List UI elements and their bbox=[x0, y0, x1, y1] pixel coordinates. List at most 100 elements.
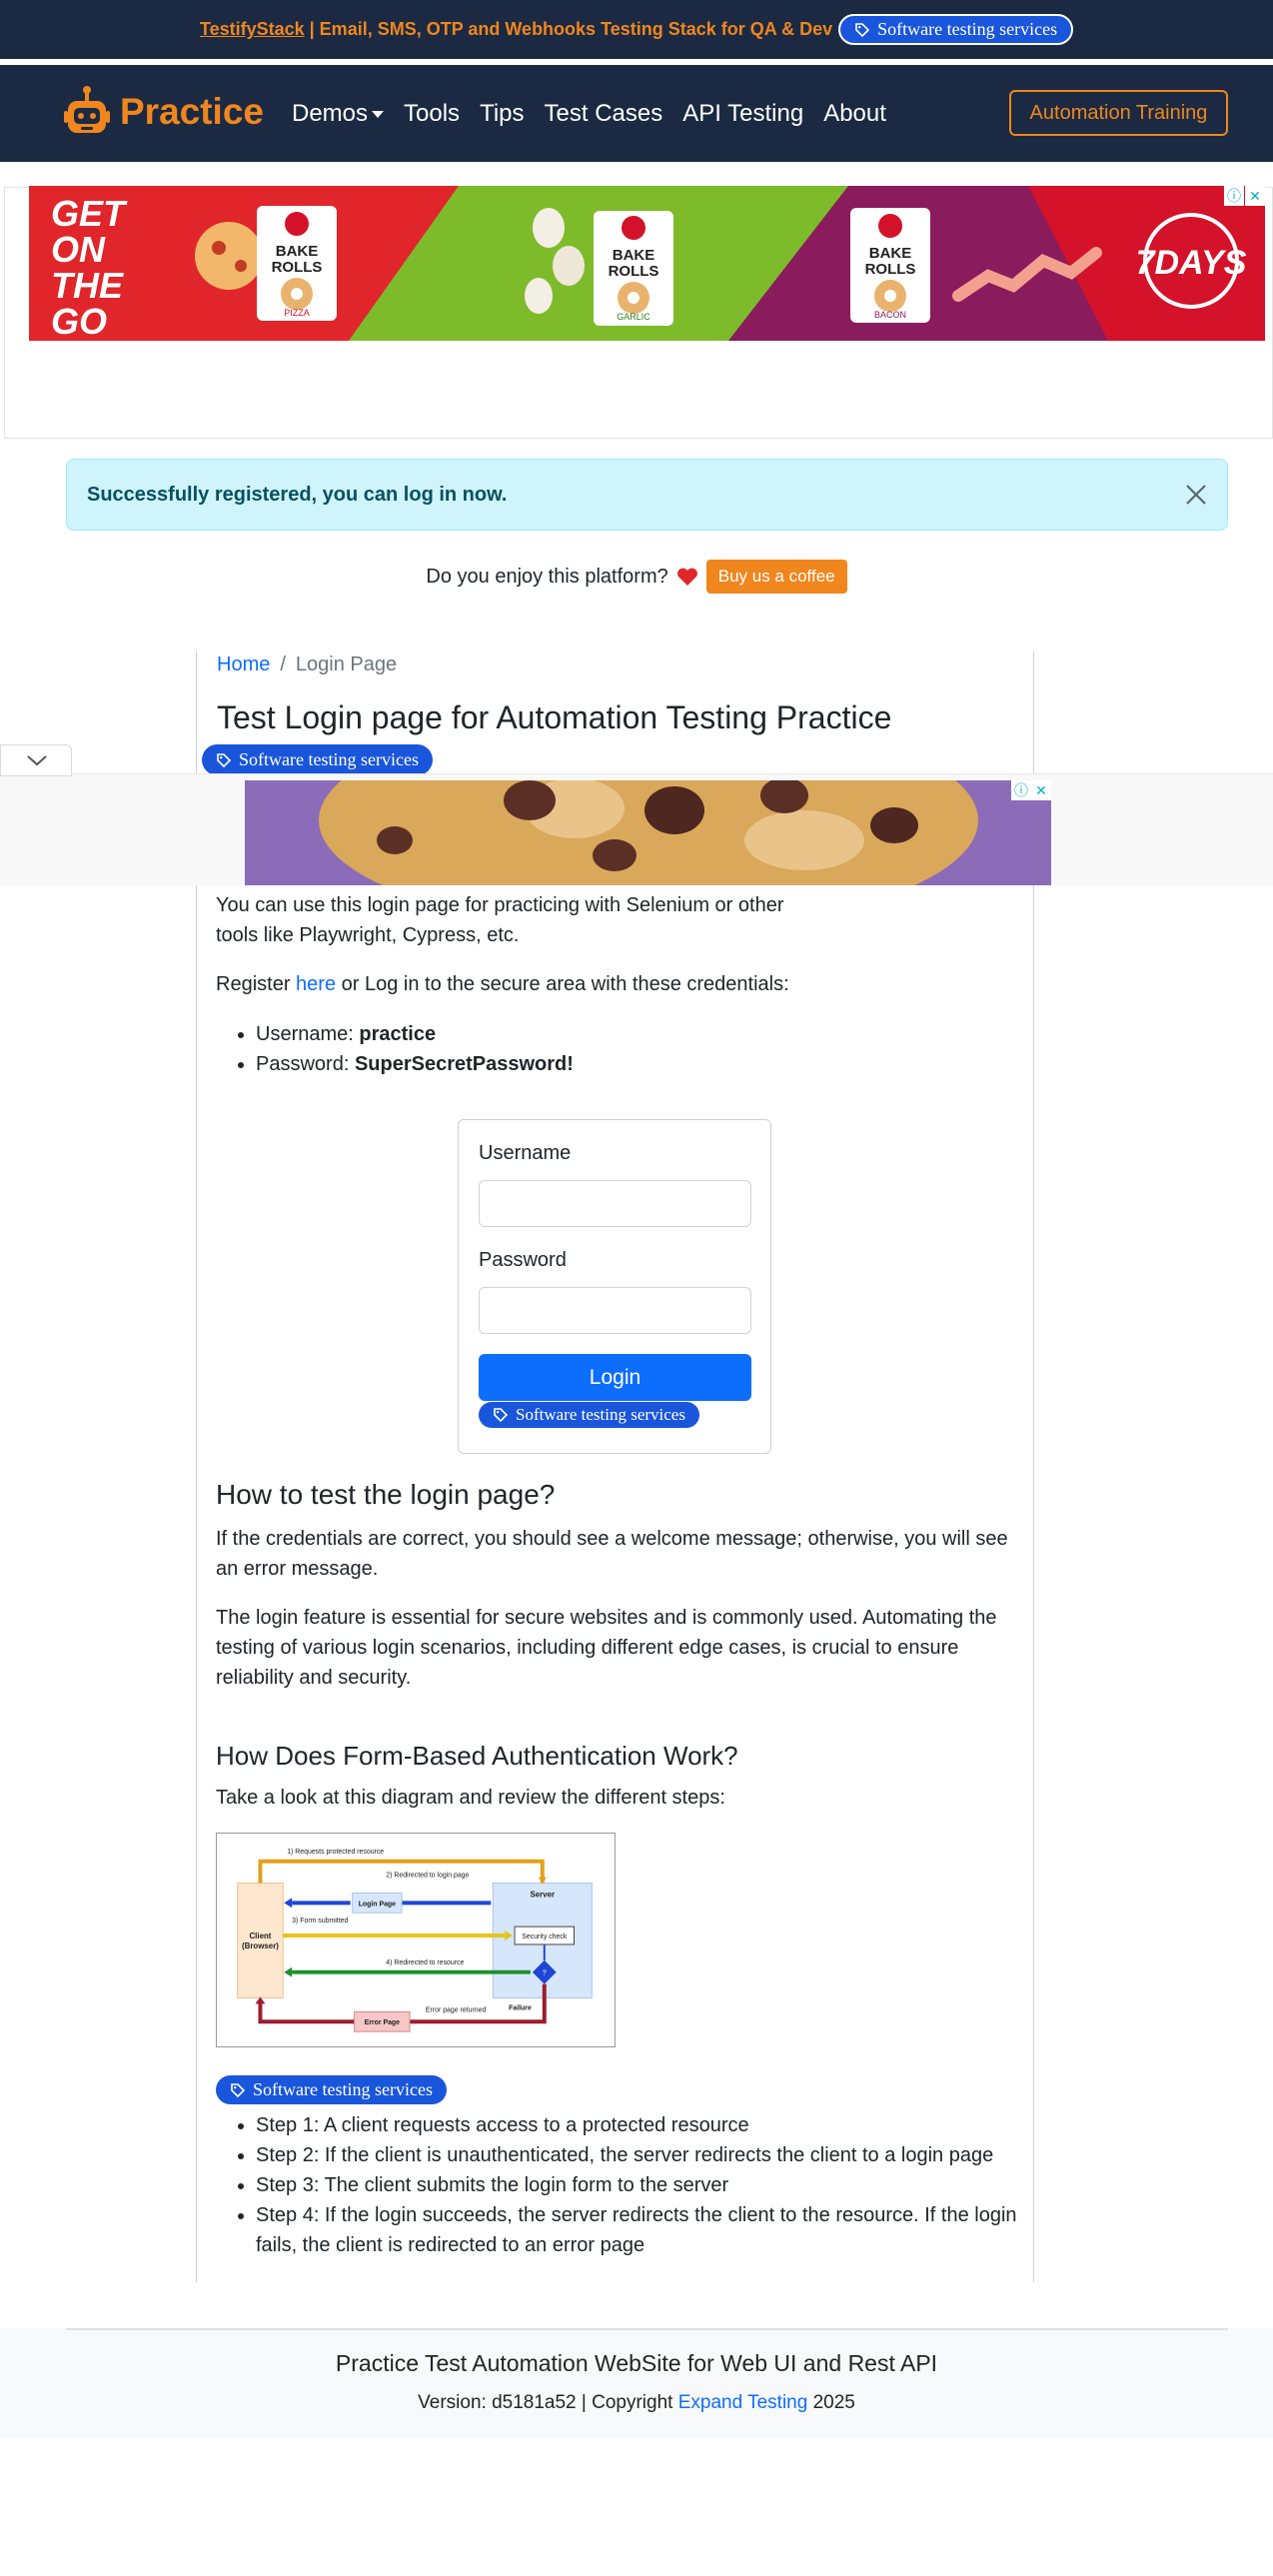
robot-logo-icon bbox=[64, 86, 110, 133]
svg-text:ROLLS: ROLLS bbox=[865, 261, 916, 278]
tag-icon bbox=[231, 2082, 246, 2097]
svg-text:BACON: BACON bbox=[874, 310, 906, 320]
auth-flow-diagram: Client (Browser) Server 1) Requests prot… bbox=[216, 1833, 616, 2047]
username-field[interactable] bbox=[479, 1180, 751, 1227]
promo-text: TestifyStack | Email, SMS, OTP and Webho… bbox=[200, 19, 832, 40]
chevron-down-icon bbox=[27, 755, 47, 766]
auth-steps-list: Step 1: A client requests access to a pr… bbox=[256, 2110, 1025, 2260]
svg-text:?: ? bbox=[543, 1970, 547, 1977]
svg-text:GARLIC: GARLIC bbox=[617, 312, 650, 322]
svg-text:Error Page: Error Page bbox=[365, 2019, 401, 2026]
badge-label: Software testing services bbox=[877, 19, 1058, 39]
password-field[interactable] bbox=[479, 1287, 751, 1334]
ad-slogan-1: GET bbox=[51, 193, 128, 234]
badge-label: Software testing services bbox=[239, 749, 419, 769]
svg-text:Login Page: Login Page bbox=[359, 1901, 396, 1908]
page-title: Test Login page for Automation Testing P… bbox=[217, 699, 892, 735]
register-link[interactable]: here bbox=[296, 973, 336, 995]
svg-text:BAKE: BAKE bbox=[613, 247, 655, 264]
register-paragraph: Register here or Log in to the secure ar… bbox=[216, 973, 789, 995]
svg-text:ⓘ: ⓘ bbox=[1014, 782, 1028, 798]
ad-pack-pizza: BAKE ROLLS PIZZA bbox=[257, 206, 337, 321]
password-label: Password bbox=[479, 1249, 567, 1271]
ad-collapse-toggle[interactable] bbox=[0, 744, 72, 776]
howto-heading: How to test the login page? bbox=[216, 1479, 556, 1510]
tag-icon bbox=[494, 1408, 509, 1423]
title-badge[interactable]: Software testing services bbox=[202, 744, 433, 775]
badge-label: Software testing services bbox=[253, 2079, 433, 2099]
login-button[interactable]: Login bbox=[479, 1354, 751, 1401]
heart-icon bbox=[676, 568, 697, 586]
howto-paragraph-2: The login feature is essential for secur… bbox=[216, 1607, 997, 1689]
ad-banner-image[interactable]: GET ON THE GO BAKE ROLLS PIZZA BAKE ROLL… bbox=[29, 186, 1265, 341]
cookie-ad-image[interactable]: ⓘ ✕ bbox=[245, 780, 1051, 885]
promo-bar: TestifyStack | Email, SMS, OTP and Webho… bbox=[0, 0, 1273, 62]
nav-links: Demos Tools Tips Test Cases API Testing … bbox=[292, 65, 886, 162]
tag-icon bbox=[855, 22, 870, 37]
form-badge[interactable]: Software testing services bbox=[479, 1402, 699, 1428]
password-value: SuperSecretPassword! bbox=[354, 1053, 574, 1075]
close-icon[interactable] bbox=[1183, 482, 1209, 508]
software-testing-badge[interactable]: Software testing services bbox=[838, 14, 1074, 45]
svg-text:ROLLS: ROLLS bbox=[272, 259, 323, 276]
breadcrumb-separator: / bbox=[280, 653, 286, 675]
svg-text:3) Form submitted: 3) Form submitted bbox=[292, 1918, 348, 1925]
success-alert: Successfully registered, you can log in … bbox=[66, 459, 1228, 531]
list-item: Password: SuperSecretPassword! bbox=[256, 1049, 574, 1079]
svg-text:2) Redirected to login page: 2) Redirected to login page bbox=[386, 1873, 469, 1880]
ad-slogan-2: ON bbox=[51, 229, 106, 270]
nav-demos[interactable]: Demos bbox=[292, 100, 385, 128]
svg-text:Security check: Security check bbox=[522, 1933, 568, 1940]
nav-test-cases[interactable]: Test Cases bbox=[545, 100, 663, 128]
nav-api-testing[interactable]: API Testing bbox=[682, 100, 803, 128]
login-form: Username Password Login Software testing… bbox=[458, 1119, 771, 1454]
list-item: Step 3: The client submits the login for… bbox=[256, 2170, 1025, 2200]
username-value: practice bbox=[359, 1023, 437, 1045]
ad-slogan-4: GO bbox=[51, 301, 107, 341]
buy-coffee-button[interactable]: Buy us a coffee bbox=[705, 560, 847, 594]
ad-slogan-3: THE bbox=[51, 265, 124, 306]
nav-tools[interactable]: Tools bbox=[404, 100, 460, 128]
auth-badge[interactable]: Software testing services bbox=[216, 2075, 447, 2104]
svg-text:ROLLS: ROLLS bbox=[609, 263, 659, 280]
ad-pack-garlic: BAKE ROLLS GARLIC bbox=[594, 211, 673, 326]
svg-text:Client: Client bbox=[249, 1932, 271, 1940]
svg-text:PIZZA: PIZZA bbox=[284, 308, 310, 318]
brand-name: Practice bbox=[120, 91, 264, 132]
svg-text:Server: Server bbox=[530, 1890, 555, 1899]
promo-tagline: | Email, SMS, OTP and Webhooks Testing S… bbox=[304, 19, 833, 39]
svg-text:BAKE: BAKE bbox=[276, 243, 319, 260]
nav-about[interactable]: About bbox=[823, 100, 886, 128]
testifystack-link[interactable]: TestifyStack bbox=[200, 19, 305, 39]
footer-copyright: Version: d5181a52 | Copyright Expand Tes… bbox=[418, 2392, 855, 2413]
credentials-list: Username: practice Password: SuperSecret… bbox=[256, 1019, 574, 1079]
list-item: Step 1: A client requests access to a pr… bbox=[256, 2110, 1025, 2140]
svg-text:(Browser): (Browser) bbox=[242, 1941, 279, 1950]
ad-pack-bacon: BAKE ROLLS BACON bbox=[850, 208, 930, 323]
howto-paragraph-1: If the credentials are correct, you shou… bbox=[216, 1528, 1008, 1580]
nav-tips[interactable]: Tips bbox=[480, 100, 524, 128]
alert-message: Successfully registered, you can log in … bbox=[87, 483, 508, 506]
list-item: Step 2: If the client is unauthenticated… bbox=[256, 2140, 1025, 2170]
coffee-row: Do you enjoy this platform? Buy us a cof… bbox=[0, 560, 1273, 594]
main-navbar: Practice Demos Tools Tips Test Cases API… bbox=[0, 65, 1273, 162]
ad-info-icon[interactable]: ⓘ bbox=[1224, 186, 1244, 206]
expand-testing-link[interactable]: Expand Testing bbox=[678, 2392, 808, 2413]
caret-down-icon bbox=[372, 110, 385, 118]
auth-intro: Take a look at this diagram and review t… bbox=[216, 1787, 725, 1809]
breadcrumb: Home / Login Page bbox=[217, 653, 397, 676]
footer: Practice Test Automation WebSite for Web… bbox=[0, 2328, 1273, 2438]
breadcrumb-home[interactable]: Home bbox=[217, 653, 270, 675]
list-item: Step 4: If the login succeeds, the serve… bbox=[256, 2200, 1025, 2260]
footer-divider bbox=[66, 2328, 1228, 2330]
ad-brand-logo: 7DAYS bbox=[1136, 244, 1247, 282]
ad-close-icon[interactable]: ✕ bbox=[1245, 186, 1265, 206]
automation-training-button[interactable]: Automation Training bbox=[1009, 90, 1228, 136]
brand-link[interactable]: Practice bbox=[64, 85, 264, 139]
coffee-question: Do you enjoy this platform? bbox=[426, 565, 668, 588]
tag-icon bbox=[217, 752, 232, 767]
badge-label: Software testing services bbox=[516, 1405, 685, 1424]
svg-text:1) Requests protected resource: 1) Requests protected resource bbox=[287, 1849, 384, 1856]
svg-text:Failure: Failure bbox=[509, 2004, 532, 2011]
svg-text:4) Redirected to resource: 4) Redirected to resource bbox=[386, 1959, 464, 1966]
